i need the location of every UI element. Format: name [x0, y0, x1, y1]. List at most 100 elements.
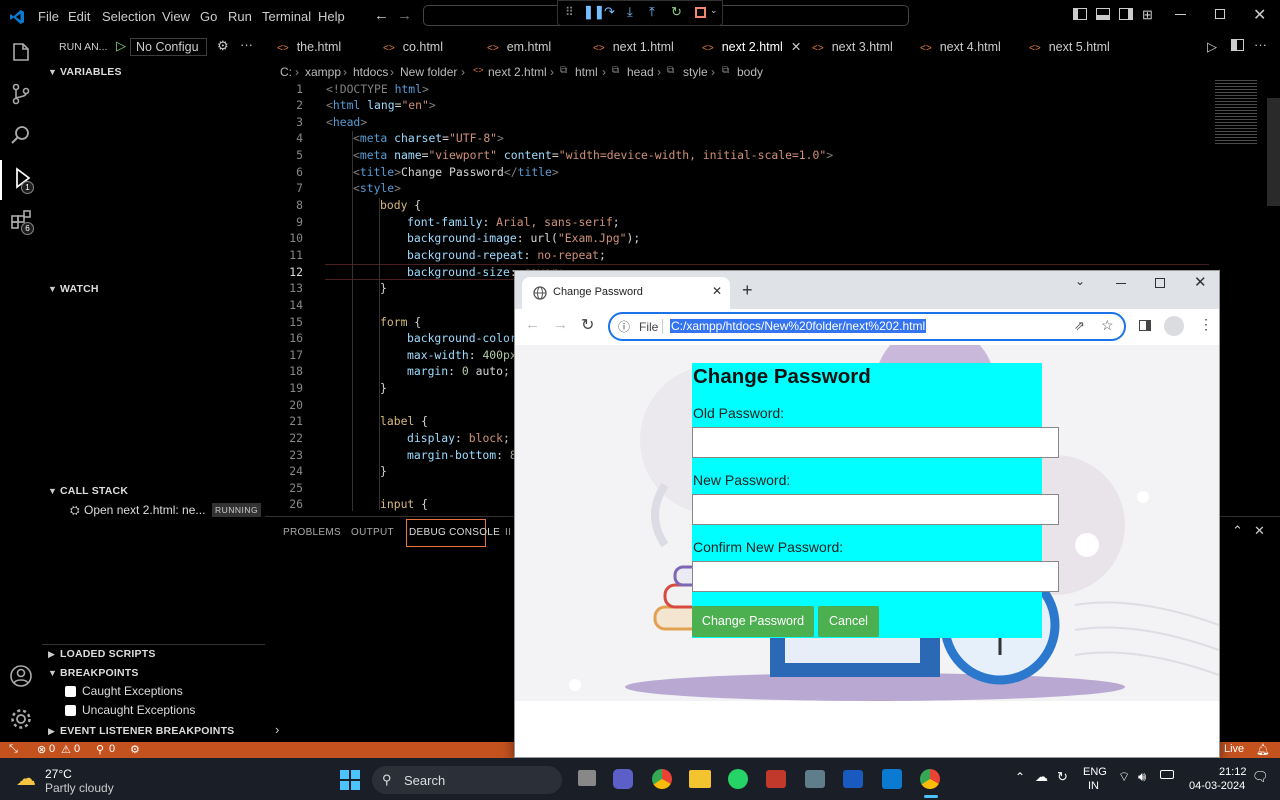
tab-more[interactable]: II: [505, 527, 511, 538]
weather-icon[interactable]: ☁︎: [16, 766, 36, 791]
menu-terminal[interactable]: Terminal: [262, 9, 311, 24]
bell-icon[interactable]: 🔔︎: [1256, 743, 1270, 756]
weather-temp[interactable]: 27°C: [45, 767, 72, 781]
old-password-input[interactable]: [692, 427, 1059, 458]
weather-desc[interactable]: Partly cloudy: [45, 781, 114, 795]
tab-next-1-html[interactable]: <> next 1.html: [593, 34, 674, 60]
tab-debug-console[interactable]: DEBUG CONSOLE: [409, 527, 500, 538]
file-explorer-icon[interactable]: [689, 770, 711, 788]
config-select[interactable]: No Configu: [130, 38, 207, 56]
side-panel-icon[interactable]: [1139, 320, 1151, 331]
menu-edit[interactable]: Edit: [68, 9, 90, 24]
breadcrumb-item[interactable]: C:: [280, 65, 292, 79]
menu-selection[interactable]: Selection: [102, 9, 155, 24]
wifi-icon[interactable]: ⌔: [1118, 769, 1130, 785]
errors-icon[interactable]: ⊗: [37, 743, 46, 756]
tab-em-html[interactable]: <> em.html: [487, 34, 551, 60]
account-icon[interactable]: [9, 664, 33, 688]
settings-gear-icon[interactable]: ⚙: [217, 38, 229, 54]
remote-icon[interactable]: ⤡: [9, 743, 18, 756]
chevron-right-icon[interactable]: ›: [275, 722, 279, 737]
ports-count[interactable]: 0: [109, 743, 115, 755]
close-panel-icon[interactable]: ✕: [1254, 523, 1265, 539]
live-server[interactable]: Live: [1224, 743, 1244, 755]
debug-status-icon[interactable]: ⚙: [130, 743, 140, 756]
nav-back-icon[interactable]: ←: [374, 7, 389, 24]
star-icon[interactable]: ☆: [1101, 317, 1114, 334]
chevron-down-icon[interactable]: ▼: [48, 486, 57, 496]
start-debugging-icon[interactable]: ▷: [116, 38, 126, 54]
battery-icon[interactable]: [1160, 770, 1174, 779]
tab-search-icon[interactable]: ⌄: [1075, 274, 1085, 288]
menu-go[interactable]: Go: [200, 9, 217, 24]
word-icon[interactable]: [843, 770, 863, 788]
clock-date[interactable]: 04-03-2024: [1189, 780, 1245, 792]
ports-icon[interactable]: ⚲: [96, 743, 104, 756]
new-tab-icon[interactable]: +: [742, 280, 753, 301]
tab-next-5-html[interactable]: <> next 5.html: [1029, 34, 1110, 60]
minimize-icon[interactable]: [1175, 14, 1186, 15]
chevron-down-icon[interactable]: ▼: [48, 284, 57, 294]
url-text[interactable]: C:/xampp/htdocs/New%20folder/next%202.ht…: [670, 319, 927, 333]
chevron-down-icon[interactable]: ▼: [48, 67, 57, 77]
breadcrumb-item[interactable]: html: [575, 65, 598, 79]
scrollbar-thumb[interactable]: [1267, 98, 1280, 206]
address-bar[interactable]: ⓘ File C:/xampp/htdocs/New%20folder/next…: [608, 312, 1126, 341]
breadcrumb-item[interactable]: htdocs: [353, 65, 388, 79]
loaded-scripts-section[interactable]: LOADED SCRIPTS: [60, 648, 156, 660]
app-icon[interactable]: [805, 770, 825, 788]
chevron-right-icon[interactable]: ▶: [48, 726, 55, 737]
store-icon[interactable]: [766, 770, 786, 788]
volume-icon[interactable]: 🔊︎: [1138, 769, 1146, 785]
menu-run[interactable]: Run: [228, 9, 252, 24]
breakpoints-section[interactable]: BREAKPOINTS: [60, 667, 139, 679]
maximize-icon[interactable]: [1155, 278, 1165, 288]
step-over-icon[interactable]: ↷: [604, 4, 615, 20]
windows-start-icon[interactable]: [340, 770, 360, 790]
chevron-down-icon[interactable]: ▼: [48, 668, 57, 678]
tab-output[interactable]: OUTPUT: [351, 527, 394, 538]
cloud-icon[interactable]: ☁︎: [1035, 769, 1048, 785]
share-icon[interactable]: ⇗: [1074, 318, 1085, 334]
explorer-icon[interactable]: [9, 40, 33, 64]
restart-icon[interactable]: ↻: [671, 4, 682, 20]
split-editor-icon[interactable]: [1231, 39, 1244, 51]
chevron-down-icon[interactable]: ⌄: [710, 5, 718, 16]
breadcrumb-item[interactable]: body: [737, 65, 763, 79]
language-region[interactable]: IN: [1088, 780, 1099, 792]
drag-handle-icon[interactable]: ⠿: [565, 5, 574, 19]
teams-icon[interactable]: [613, 769, 633, 789]
confirm-password-input[interactable]: [692, 561, 1059, 592]
close-window-icon[interactable]: ✕: [1253, 5, 1266, 25]
nav-forward-icon[interactable]: →: [397, 7, 412, 24]
run-icon[interactable]: ▷: [1207, 39, 1217, 55]
menu-view[interactable]: View: [162, 9, 190, 24]
errors-count[interactable]: 0: [49, 743, 55, 755]
show-hidden-icons[interactable]: ⌃: [1015, 770, 1025, 784]
more-actions-icon[interactable]: ···: [240, 37, 253, 52]
sync-icon[interactable]: ↻: [1057, 769, 1068, 785]
step-out-icon[interactable]: ⤒: [649, 4, 655, 20]
menu-help[interactable]: Help: [318, 9, 345, 24]
breadcrumb-item[interactable]: head: [627, 65, 654, 79]
tab-problems[interactable]: PROBLEMS: [283, 527, 341, 538]
source-control-icon[interactable]: [9, 82, 33, 106]
info-icon[interactable]: ⓘ: [618, 318, 630, 335]
event-listener-section[interactable]: EVENT LISTENER BREAKPOINTS: [60, 725, 234, 737]
call-stack-section[interactable]: CALL STACK: [60, 485, 128, 497]
warnings-count[interactable]: 0: [74, 743, 80, 755]
close-window-icon[interactable]: ✕: [1194, 273, 1207, 291]
stop-icon[interactable]: [695, 7, 706, 18]
back-icon[interactable]: ←: [525, 316, 540, 333]
step-into-icon[interactable]: ⤓: [627, 4, 633, 20]
new-password-input[interactable]: [692, 494, 1059, 525]
notifications-icon[interactable]: 🗨︎: [1252, 769, 1269, 785]
search-icon[interactable]: [9, 123, 33, 147]
clock-time[interactable]: 21:12: [1219, 766, 1247, 778]
pause-icon[interactable]: ❚❚: [583, 4, 605, 20]
variables-section[interactable]: VARIABLES: [60, 66, 122, 78]
language-code[interactable]: ENG: [1083, 766, 1107, 778]
minimize-icon[interactable]: [1116, 283, 1126, 284]
forward-icon[interactable]: →: [553, 316, 568, 333]
breadcrumb-item[interactable]: style: [683, 65, 708, 79]
